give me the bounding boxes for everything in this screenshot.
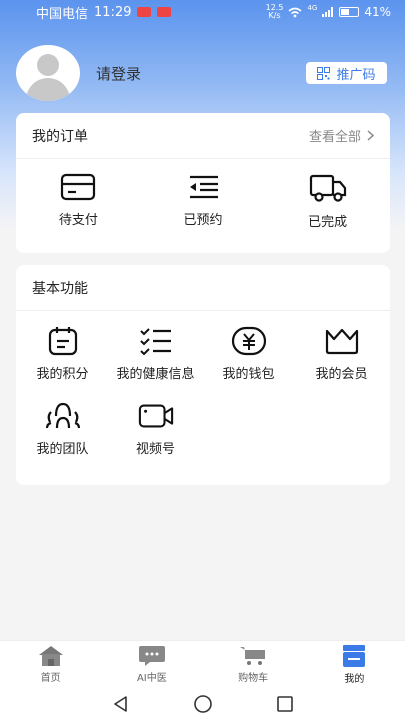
home-circle-icon[interactable] <box>193 694 213 714</box>
checklist-icon <box>139 328 171 355</box>
func-points[interactable]: 我的积分 <box>16 325 109 382</box>
wifi-icon <box>288 7 302 17</box>
video-camera-icon <box>138 404 173 428</box>
cart-icon <box>240 647 266 665</box>
battery-percent: 41% <box>364 5 391 19</box>
system-navigation-bar <box>0 688 405 720</box>
signal-type: 4G <box>307 4 318 12</box>
clock: 11:29 <box>94 4 132 20</box>
avatar[interactable] <box>16 45 80 101</box>
mine-icon <box>343 645 366 667</box>
tab-mine[interactable]: 我的 <box>304 644 404 685</box>
functions-card: 基本功能 我的积分 我的健康信息 我的钱包 我的会员 我的团队 视频号 <box>16 265 390 485</box>
back-icon[interactable] <box>112 695 130 713</box>
status-bar: 中国电信 11:29 12.5 K/s 4G 41% <box>0 0 405 24</box>
promo-code-label: 推广码 <box>336 67 376 83</box>
func-team[interactable]: 我的团队 <box>16 400 109 457</box>
list-indent-icon <box>189 175 218 199</box>
tab-home[interactable]: 首页 <box>1 645 101 684</box>
order-booked[interactable]: 已预约 <box>153 173 253 230</box>
team-icon <box>45 402 80 429</box>
calendar-points-icon <box>48 327 77 356</box>
recents-icon[interactable] <box>276 695 294 713</box>
yuan-wallet-icon <box>231 326 266 356</box>
carrier-label: 中国电信 <box>36 6 89 22</box>
chat-icon <box>138 646 165 666</box>
func-health-info[interactable]: 我的健康信息 <box>109 325 202 382</box>
promo-code-button[interactable]: 推广码 <box>306 62 387 84</box>
func-video-channel[interactable]: 视频号 <box>109 400 202 457</box>
functions-title: 基本功能 <box>32 280 88 297</box>
crown-icon <box>325 328 358 355</box>
order-completed[interactable]: 已完成 <box>278 173 378 230</box>
home-icon <box>38 646 63 666</box>
func-wallet[interactable]: 我的钱包 <box>202 325 295 382</box>
chevron-right-icon <box>367 130 374 141</box>
tab-ai-tcm[interactable]: AI中医 <box>102 645 202 684</box>
login-link[interactable]: 请登录 <box>96 63 141 84</box>
func-membership[interactable]: 我的会员 <box>295 325 388 382</box>
profile-header: 请登录 推广码 <box>16 44 391 102</box>
qr-code-icon <box>317 66 331 80</box>
net-speed: 12.5 K/s <box>265 3 284 20</box>
bottom-tab-bar: 首页 AI中医 购物车 我的 <box>0 640 405 688</box>
signal-icon <box>322 7 334 17</box>
notification-icon <box>157 7 172 17</box>
truck-icon <box>309 174 346 202</box>
orders-card: 我的订单 查看全部 待支付 已预约 已完成 <box>16 113 390 253</box>
notification-icon <box>137 7 152 17</box>
view-all-orders-link[interactable]: 查看全部 <box>309 126 374 145</box>
tab-cart[interactable]: 购物车 <box>203 645 303 684</box>
battery-icon <box>339 7 360 17</box>
order-pending-payment[interactable]: 待支付 <box>28 173 128 230</box>
card-icon <box>61 173 96 201</box>
orders-title: 我的订单 <box>32 128 88 145</box>
